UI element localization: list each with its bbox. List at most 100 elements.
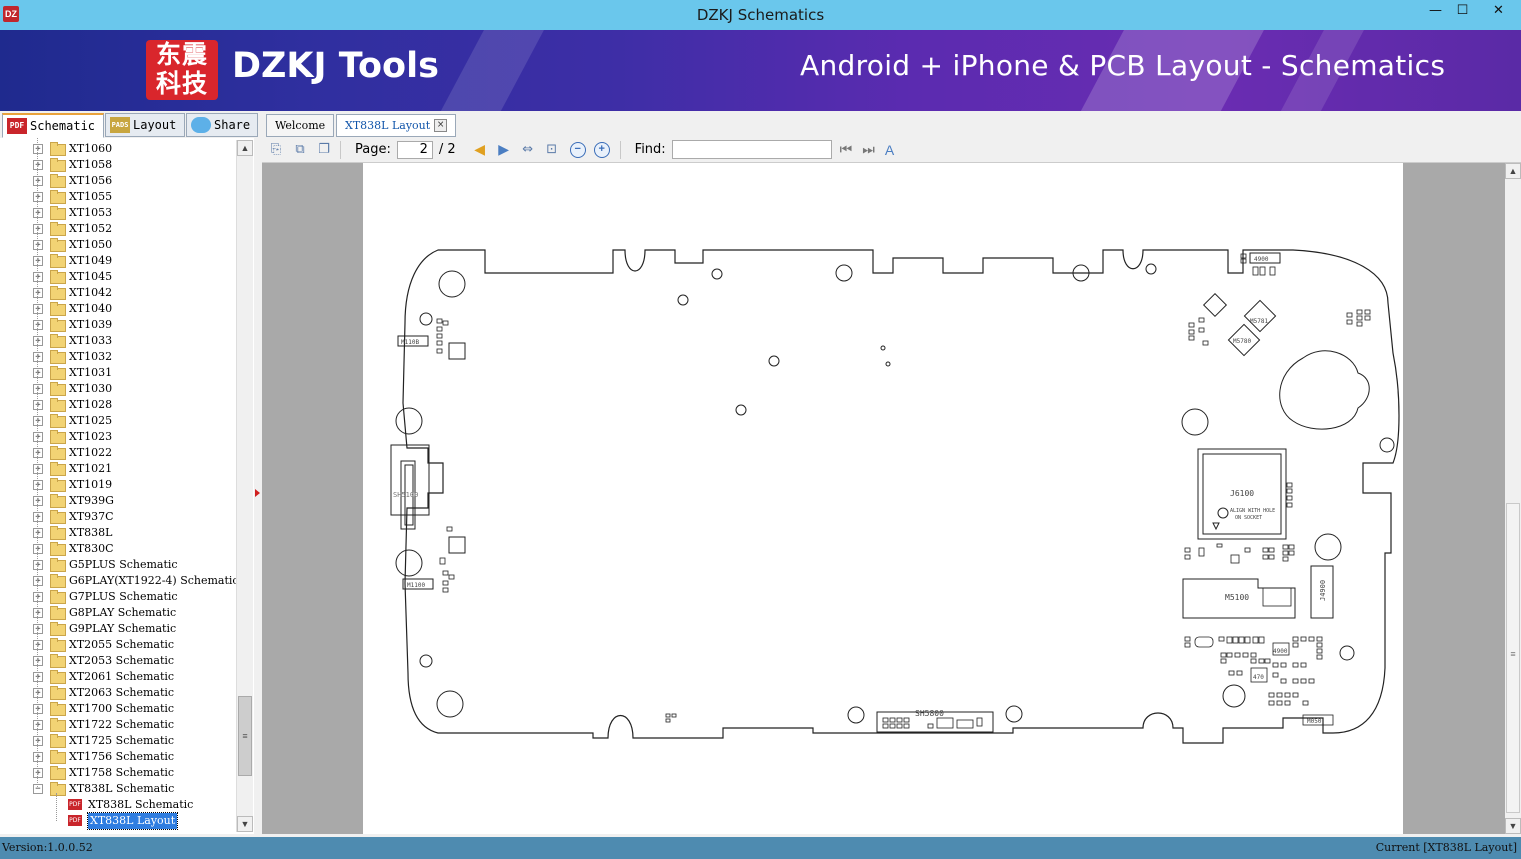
- tree-item[interactable]: + XT838L: [0, 525, 236, 541]
- zoom-out-icon[interactable]: −: [569, 141, 586, 158]
- tree-item[interactable]: + XT1053: [0, 205, 236, 221]
- tree-item[interactable]: − XT838L Schematic: [0, 781, 236, 797]
- expand-icon[interactable]: +: [33, 448, 43, 458]
- tab-xt838l-layout[interactable]: XT838L Layout ×: [336, 114, 457, 137]
- expand-icon[interactable]: +: [33, 592, 43, 602]
- expand-icon[interactable]: +: [33, 464, 43, 474]
- copy-icon[interactable]: ⎘: [266, 141, 286, 159]
- minimize-button[interactable]: —: [1422, 0, 1449, 22]
- tree-item[interactable]: + XT1028: [0, 397, 236, 413]
- scroll-up-icon[interactable]: ▲: [1505, 163, 1521, 179]
- expand-icon[interactable]: +: [33, 624, 43, 634]
- tree-item[interactable]: + G8PLAY Schematic: [0, 605, 236, 621]
- expand-icon[interactable]: +: [33, 224, 43, 234]
- tree-item[interactable]: + XT1725 Schematic: [0, 733, 236, 749]
- expand-icon[interactable]: +: [33, 240, 43, 250]
- expand-icon[interactable]: +: [33, 192, 43, 202]
- expand-icon[interactable]: +: [33, 688, 43, 698]
- copy-all-icon[interactable]: ❐: [314, 141, 334, 159]
- maximize-button[interactable]: ☐: [1449, 0, 1476, 22]
- expand-icon[interactable]: +: [33, 736, 43, 746]
- expand-icon[interactable]: +: [33, 720, 43, 730]
- tree-item[interactable]: + XT1050: [0, 237, 236, 253]
- expand-icon[interactable]: +: [33, 576, 43, 586]
- tab-welcome[interactable]: Welcome: [266, 114, 335, 137]
- expand-icon[interactable]: +: [33, 256, 43, 266]
- zoom-in-icon[interactable]: +: [593, 141, 610, 158]
- tree-item[interactable]: + G9PLAY Schematic: [0, 621, 236, 637]
- tree-item[interactable]: + XT1700 Schematic: [0, 701, 236, 717]
- tree-leaf-item[interactable]: PDF XT838L Schematic: [0, 797, 236, 813]
- tree-item[interactable]: + XT2061 Schematic: [0, 669, 236, 685]
- expand-icon[interactable]: +: [33, 160, 43, 170]
- scroll-thumb[interactable]: ≡: [238, 696, 252, 776]
- tree-item[interactable]: + XT1019: [0, 477, 236, 493]
- tree-item[interactable]: + XT1049: [0, 253, 236, 269]
- expand-icon[interactable]: +: [33, 368, 43, 378]
- tree-item[interactable]: + XT1056: [0, 173, 236, 189]
- find-input[interactable]: [671, 140, 832, 159]
- tree-leaf-item[interactable]: PDF XT838L Layout: [0, 812, 236, 830]
- match-case-icon[interactable]: A: [885, 142, 894, 158]
- tree-item[interactable]: + G7PLUS Schematic: [0, 589, 236, 605]
- tree-item[interactable]: + XT1023: [0, 429, 236, 445]
- tree-item[interactable]: + XT1040: [0, 301, 236, 317]
- tab-schematic[interactable]: PDF Schematic: [2, 113, 104, 138]
- tree-item[interactable]: + XT1031: [0, 365, 236, 381]
- expand-icon[interactable]: +: [33, 752, 43, 762]
- expand-icon[interactable]: +: [33, 432, 43, 442]
- expand-icon[interactable]: +: [33, 400, 43, 410]
- page-number-input[interactable]: [396, 140, 433, 159]
- tree-item[interactable]: + XT1032: [0, 349, 236, 365]
- expand-icon[interactable]: +: [33, 384, 43, 394]
- tree-item[interactable]: + XT1025: [0, 413, 236, 429]
- tree-item[interactable]: + XT1030: [0, 381, 236, 397]
- expand-icon[interactable]: +: [33, 272, 43, 282]
- expand-icon[interactable]: +: [33, 704, 43, 714]
- tree-item[interactable]: + XT1722 Schematic: [0, 717, 236, 733]
- tree-item[interactable]: + XT1033: [0, 333, 236, 349]
- expand-icon[interactable]: +: [33, 480, 43, 490]
- expand-icon[interactable]: +: [33, 560, 43, 570]
- find-next-icon[interactable]: ⏭: [862, 141, 875, 158]
- copy-page-icon[interactable]: ⧉: [290, 141, 310, 159]
- expand-icon[interactable]: +: [33, 656, 43, 666]
- tree-item[interactable]: + XT830C: [0, 541, 236, 557]
- expand-icon[interactable]: +: [33, 352, 43, 362]
- tree-item[interactable]: + XT1052: [0, 221, 236, 237]
- find-previous-icon[interactable]: ⏮: [840, 141, 853, 158]
- tree-item[interactable]: + XT1042: [0, 285, 236, 301]
- tree-item[interactable]: + G6PLAY(XT1922-4) Schematic: [0, 573, 239, 589]
- tree-item[interactable]: + XT937C: [0, 509, 236, 525]
- close-button[interactable]: ✕: [1476, 0, 1521, 22]
- scroll-thumb[interactable]: ≡: [1506, 503, 1520, 813]
- scroll-up-icon[interactable]: ▲: [237, 140, 253, 156]
- expand-icon[interactable]: +: [33, 176, 43, 186]
- fit-width-icon[interactable]: ⇔: [518, 141, 538, 159]
- tree-item[interactable]: + XT1060: [0, 141, 236, 157]
- expand-icon[interactable]: +: [33, 544, 43, 554]
- scroll-down-icon[interactable]: ▼: [237, 816, 253, 832]
- tree-item[interactable]: + XT2055 Schematic: [0, 637, 236, 653]
- expand-icon[interactable]: +: [33, 640, 43, 650]
- panel-splitter[interactable]: [254, 138, 261, 834]
- tree-item[interactable]: + XT1058: [0, 157, 236, 173]
- expand-icon[interactable]: +: [33, 208, 43, 218]
- expand-icon[interactable]: +: [33, 416, 43, 426]
- expand-icon[interactable]: +: [33, 672, 43, 682]
- tree-item[interactable]: + XT1022: [0, 445, 236, 461]
- expand-icon[interactable]: +: [33, 336, 43, 346]
- tab-layout[interactable]: PADS Layout: [105, 113, 185, 137]
- fit-page-icon[interactable]: ⊡: [542, 141, 562, 159]
- tree-item[interactable]: + XT1055: [0, 189, 236, 205]
- scroll-down-icon[interactable]: ▼: [1505, 818, 1521, 834]
- tree-item[interactable]: + XT939G: [0, 493, 236, 509]
- collapse-arrow-icon[interactable]: [255, 489, 260, 497]
- expand-icon[interactable]: +: [33, 528, 43, 538]
- document-viewer[interactable]: SH5100 M110B M1100 4900 M5781 M5780 J610…: [262, 163, 1505, 834]
- tree-item[interactable]: + XT1045: [0, 269, 236, 285]
- expand-icon[interactable]: +: [33, 768, 43, 778]
- expand-icon[interactable]: +: [33, 496, 43, 506]
- expand-icon[interactable]: +: [33, 512, 43, 522]
- viewer-scrollbar[interactable]: ▲ ≡ ▼: [1505, 163, 1521, 834]
